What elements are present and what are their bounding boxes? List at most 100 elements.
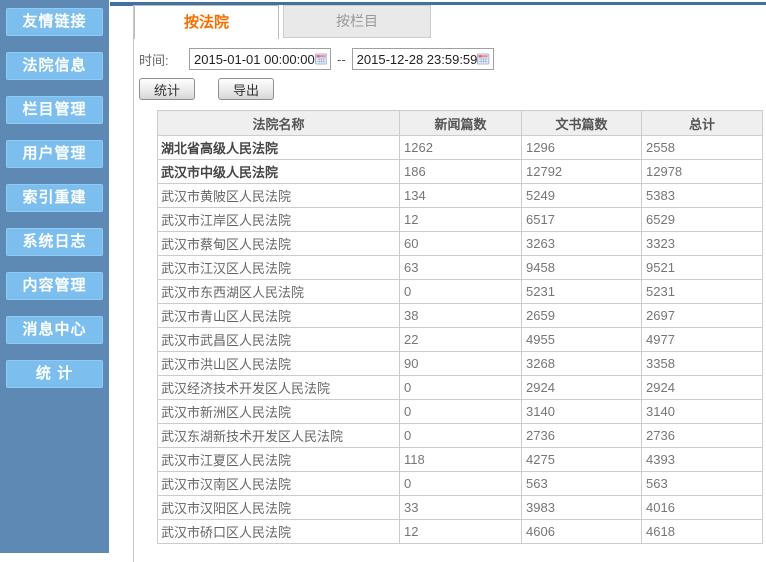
court-name-cell: 武汉市汉阳区人民法院	[158, 496, 400, 520]
count-cell: 0	[400, 280, 522, 304]
count-cell: 2736	[642, 424, 763, 448]
count-cell: 2697	[642, 304, 763, 328]
court-name-cell: 武汉市江岸区人民法院	[158, 208, 400, 232]
count-cell: 2558	[642, 136, 763, 160]
count-cell: 4016	[642, 496, 763, 520]
column-header-1: 新闻篇数	[400, 111, 522, 136]
count-cell: 12	[400, 208, 522, 232]
court-name-cell: 武汉市江汉区人民法院	[158, 256, 400, 280]
sidebar: 友情链接法院信息栏目管理用户管理索引重建系统日志内容管理消息中心统 计	[0, 0, 109, 553]
sidebar-item-6[interactable]: 内容管理	[6, 272, 103, 300]
count-cell: 9458	[522, 256, 642, 280]
count-cell: 9521	[642, 256, 763, 280]
sidebar-item-3[interactable]: 用户管理	[6, 140, 103, 168]
count-cell: 3268	[522, 352, 642, 376]
table-row: 武汉市东西湖区人民法院052315231	[158, 280, 763, 304]
range-separator: --	[337, 52, 346, 67]
count-cell: 3983	[522, 496, 642, 520]
table-row: 武汉市新洲区人民法院031403140	[158, 400, 763, 424]
court-name-cell: 武汉市武昌区人民法院	[158, 328, 400, 352]
count-cell: 4977	[642, 328, 763, 352]
count-cell: 186	[400, 160, 522, 184]
sidebar-item-2[interactable]: 栏目管理	[6, 96, 103, 124]
count-cell: 2659	[522, 304, 642, 328]
count-cell: 33	[400, 496, 522, 520]
table-header: 法院名称新闻篇数文书篇数总计	[158, 111, 763, 136]
count-cell: 63	[400, 256, 522, 280]
count-cell: 60	[400, 232, 522, 256]
calendar-icon[interactable]	[315, 52, 327, 66]
table-row: 武汉市洪山区人民法院9032683358	[158, 352, 763, 376]
table-row: 武汉市汉南区人民法院0563563	[158, 472, 763, 496]
count-cell: 2924	[642, 376, 763, 400]
count-cell: 4393	[642, 448, 763, 472]
count-cell: 4275	[522, 448, 642, 472]
table-row: 武汉市硚口区人民法院1246064618	[158, 520, 763, 544]
court-name-cell: 武汉市江夏区人民法院	[158, 448, 400, 472]
table-row: 武汉市汉阳区人民法院3339834016	[158, 496, 763, 520]
count-cell: 0	[400, 424, 522, 448]
count-cell: 5231	[522, 280, 642, 304]
table-row: 湖北省高级人民法院126212962558	[158, 136, 763, 160]
count-cell: 3323	[642, 232, 763, 256]
table-row: 武汉市蔡甸区人民法院6032633323	[158, 232, 763, 256]
tab-by-court[interactable]: 按法院	[134, 5, 279, 39]
column-header-3: 总计	[642, 111, 763, 136]
start-datetime-input[interactable]: 2015-01-01 00:00:00	[189, 48, 331, 70]
court-name-cell: 武汉市新洲区人民法院	[158, 400, 400, 424]
time-label: 时间:	[139, 50, 179, 69]
calendar-icon[interactable]	[477, 52, 489, 66]
court-statistics-table: 法院名称新闻篇数文书篇数总计 湖北省高级人民法院126212962558武汉市中…	[157, 110, 763, 544]
count-cell: 1296	[522, 136, 642, 160]
end-datetime-input[interactable]: 2015-12-28 23:59:59	[352, 48, 494, 70]
sidebar-item-1[interactable]: 法院信息	[6, 52, 103, 80]
sidebar-item-7[interactable]: 消息中心	[6, 316, 103, 344]
table-header-row: 法院名称新闻篇数文书篇数总计	[158, 111, 763, 136]
court-name-cell: 武汉市东西湖区人民法院	[158, 280, 400, 304]
count-cell: 5383	[642, 184, 763, 208]
tab-bar: 按法院 按栏目	[134, 5, 766, 39]
count-cell: 134	[400, 184, 522, 208]
court-name-cell: 武汉市黄陂区人民法院	[158, 184, 400, 208]
tab-by-column[interactable]: 按栏目	[283, 5, 431, 38]
court-name-cell: 武汉市硚口区人民法院	[158, 520, 400, 544]
count-cell: 2736	[522, 424, 642, 448]
start-datetime-value: 2015-01-01 00:00:00	[194, 52, 315, 67]
content-pane: 按法院 按栏目 时间: 2015-01-01 00:00:00 --	[133, 5, 766, 562]
count-cell: 4618	[642, 520, 763, 544]
time-filter-row: 时间: 2015-01-01 00:00:00 -- 2015-12-28 23…	[139, 48, 766, 70]
count-cell: 0	[400, 400, 522, 424]
count-cell: 3263	[522, 232, 642, 256]
sidebar-item-4[interactable]: 索引重建	[6, 184, 103, 212]
count-cell: 3140	[642, 400, 763, 424]
sidebar-item-0[interactable]: 友情链接	[6, 8, 103, 36]
court-name-cell: 武汉市中级人民法院	[158, 160, 400, 184]
count-cell: 6517	[522, 208, 642, 232]
action-button-row: 统计 导出	[139, 78, 766, 100]
count-cell: 5231	[642, 280, 763, 304]
column-header-0: 法院名称	[158, 111, 400, 136]
count-cell: 6529	[642, 208, 763, 232]
export-button[interactable]: 导出	[218, 78, 274, 100]
count-cell: 22	[400, 328, 522, 352]
statistics-button[interactable]: 统计	[139, 78, 195, 100]
count-cell: 4955	[522, 328, 642, 352]
court-name-cell: 武汉市青山区人民法院	[158, 304, 400, 328]
court-name-cell: 武汉市汉南区人民法院	[158, 472, 400, 496]
count-cell: 0	[400, 472, 522, 496]
count-cell: 38	[400, 304, 522, 328]
sidebar-item-8[interactable]: 统 计	[6, 360, 103, 388]
table-body: 湖北省高级人民法院126212962558武汉市中级人民法院1861279212…	[158, 136, 763, 544]
court-name-cell: 武汉市蔡甸区人民法院	[158, 232, 400, 256]
count-cell: 3140	[522, 400, 642, 424]
table-row: 武汉市青山区人民法院3826592697	[158, 304, 763, 328]
court-name-cell: 武汉东湖新技术开发区人民法院	[158, 424, 400, 448]
table-row: 武汉东湖新技术开发区人民法院027362736	[158, 424, 763, 448]
sidebar-item-5[interactable]: 系统日志	[6, 228, 103, 256]
count-cell: 118	[400, 448, 522, 472]
table-row: 武汉经济技术开发区人民法院029242924	[158, 376, 763, 400]
court-name-cell: 湖北省高级人民法院	[158, 136, 400, 160]
count-cell: 90	[400, 352, 522, 376]
table-row: 武汉市黄陂区人民法院13452495383	[158, 184, 763, 208]
court-name-cell: 武汉市洪山区人民法院	[158, 352, 400, 376]
